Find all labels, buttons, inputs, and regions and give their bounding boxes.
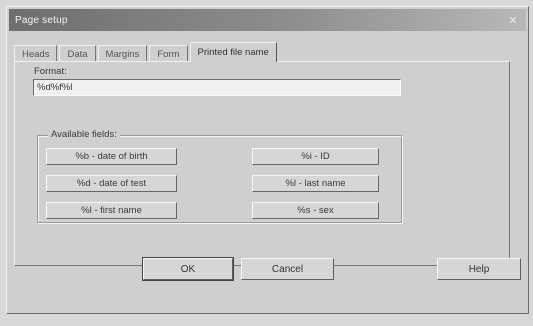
tab-printed-file-name[interactable]: Printed file name (189, 42, 277, 62)
ok-button[interactable]: OK (142, 257, 234, 281)
help-button[interactable]: Help (437, 258, 521, 280)
field-button-last-name[interactable]: %l - last name (252, 175, 379, 192)
field-button-id[interactable]: %i - ID (252, 148, 379, 165)
tab-data[interactable]: Data (59, 45, 96, 62)
format-input[interactable] (33, 79, 401, 96)
field-button-sex[interactable]: %s - sex (252, 202, 379, 219)
format-label: Format: (34, 66, 67, 77)
tab-form[interactable]: Form (149, 45, 188, 62)
cancel-button[interactable]: Cancel (241, 258, 334, 280)
field-button-first-name[interactable]: %l - first name (46, 202, 177, 219)
dialog-title: Page setup (15, 14, 68, 26)
tab-margins[interactable]: Margins (97, 45, 148, 62)
field-button-date-of-birth[interactable]: %b - date of birth (46, 148, 177, 165)
tab-strip: Heads Data Margins Form Printed file nam… (14, 42, 279, 62)
available-fields-label: Available fields: (48, 129, 120, 140)
tab-panel: Format: Available fields: %b - date of b… (14, 61, 510, 266)
title-bar[interactable]: Page setup ✕ (9, 9, 526, 31)
close-icon[interactable]: ✕ (506, 13, 520, 27)
tab-heads[interactable]: Heads (14, 45, 58, 62)
field-button-date-of-test[interactable]: %d - date of test (46, 175, 177, 192)
